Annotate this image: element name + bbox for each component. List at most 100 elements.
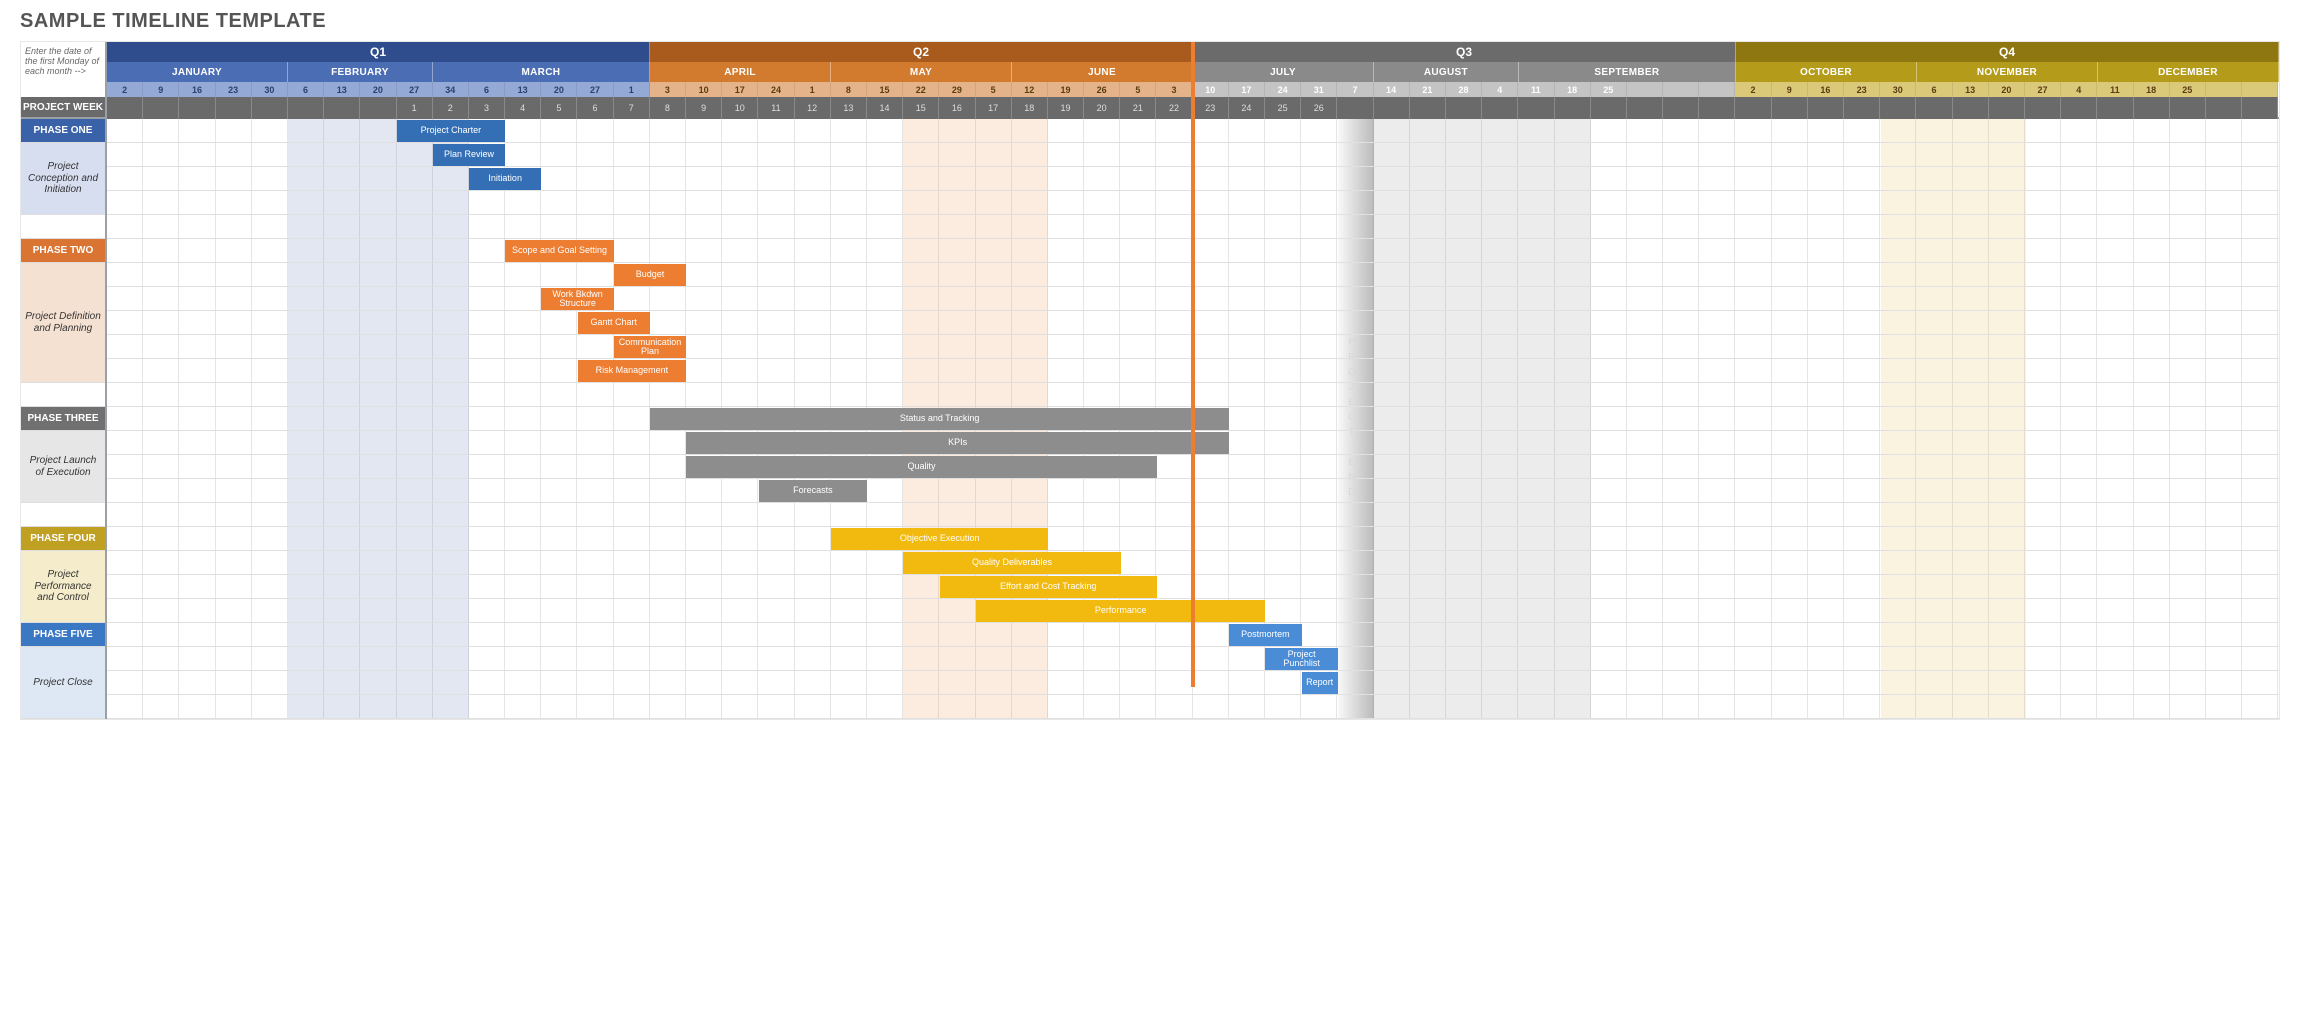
project-week-cell: 22 bbox=[1156, 97, 1192, 119]
gantt-bar[interactable]: Objective Execution bbox=[831, 528, 1048, 550]
project-week-cell bbox=[1663, 97, 1699, 119]
gantt-bar[interactable]: Effort and Cost Tracking bbox=[940, 576, 1157, 598]
project-week-cell bbox=[288, 97, 324, 119]
spacer bbox=[21, 503, 105, 527]
project-week-cell bbox=[2242, 97, 2278, 119]
gantt-bar[interactable]: Quality bbox=[686, 456, 1157, 478]
project-week-cell: 8 bbox=[650, 97, 686, 119]
sidebar: Enter the date of the first Monday of ea… bbox=[21, 42, 107, 719]
project-week-cell bbox=[1518, 97, 1554, 119]
project-week-cell: 10 bbox=[722, 97, 758, 119]
project-week-cell bbox=[1808, 97, 1844, 119]
project-week-cell bbox=[1627, 97, 1663, 119]
week-cell: 5 bbox=[1120, 82, 1156, 97]
quarter-cell: Q1 bbox=[107, 42, 650, 62]
project-week-cell bbox=[1591, 97, 1627, 119]
week-cell: 14 bbox=[1374, 82, 1410, 97]
week-cell: 21 bbox=[1410, 82, 1446, 97]
gantt-bar[interactable]: Communication Plan bbox=[614, 336, 686, 358]
week-cell: 31 bbox=[1301, 82, 1337, 97]
week-cell: 27 bbox=[577, 82, 613, 97]
week-cell: 27 bbox=[2025, 82, 2061, 97]
week-cell: 29 bbox=[939, 82, 975, 97]
month-cell: JULY bbox=[1193, 62, 1374, 82]
week-cell: 18 bbox=[1555, 82, 1591, 97]
page-title: SAMPLE TIMELINE TEMPLATE bbox=[20, 10, 2280, 33]
gantt-bar[interactable]: KPIs bbox=[686, 432, 1229, 454]
spacer bbox=[21, 215, 105, 239]
phase-body: Project Performance and Control bbox=[21, 551, 105, 623]
week-cell: 24 bbox=[758, 82, 794, 97]
month-cell: DECEMBER bbox=[2098, 62, 2279, 82]
week-cell: 3 bbox=[650, 82, 686, 97]
week-cell: 3 bbox=[1156, 82, 1192, 97]
project-week-cell bbox=[1772, 97, 1808, 119]
week-cell: 4 bbox=[2061, 82, 2097, 97]
week-cell: 17 bbox=[1229, 82, 1265, 97]
gantt-bar[interactable]: Report bbox=[1302, 672, 1338, 694]
project-week-cell: 23 bbox=[1193, 97, 1229, 119]
project-week-cell: 26 bbox=[1301, 97, 1337, 119]
project-week-cell: 11 bbox=[758, 97, 794, 119]
project-week-cell: 12 bbox=[795, 97, 831, 119]
gantt-bar[interactable]: Forecasts bbox=[759, 480, 868, 502]
gantt-bar[interactable]: Status and Tracking bbox=[650, 408, 1229, 430]
project-week-cell bbox=[2061, 97, 2097, 119]
week-cell: 24 bbox=[1265, 82, 1301, 97]
week-cell: 17 bbox=[722, 82, 758, 97]
project-week-cell bbox=[1482, 97, 1518, 119]
gantt-bar[interactable]: Initiation bbox=[469, 168, 541, 190]
gantt-bar[interactable]: Plan Review bbox=[433, 144, 505, 166]
project-week-cell bbox=[107, 97, 143, 119]
project-week-cell bbox=[2134, 97, 2170, 119]
week-cell: 28 bbox=[1446, 82, 1482, 97]
month-cell: OCTOBER bbox=[1736, 62, 1917, 82]
phase-header: PHASE TWO bbox=[21, 239, 105, 263]
project-week-cell bbox=[1555, 97, 1591, 119]
project-week-cell: 13 bbox=[831, 97, 867, 119]
gantt-bar[interactable]: Risk Management bbox=[578, 360, 687, 382]
phase-body: Project Launch of Execution bbox=[21, 431, 105, 503]
project-week-cell: 7 bbox=[614, 97, 650, 119]
month-cell: MAY bbox=[831, 62, 1012, 82]
phase-header: PHASE FIVE bbox=[21, 623, 105, 647]
week-cell: 6 bbox=[1916, 82, 1952, 97]
week-cell: 20 bbox=[1989, 82, 2025, 97]
week-cell bbox=[1663, 82, 1699, 97]
project-week-cell bbox=[1337, 97, 1373, 119]
project-week-cell: 17 bbox=[976, 97, 1012, 119]
week-cell: 34 bbox=[433, 82, 469, 97]
gantt-bar[interactable]: Performance bbox=[976, 600, 1266, 622]
project-week-cell bbox=[1699, 97, 1735, 119]
week-cell: 19 bbox=[1048, 82, 1084, 97]
week-cell: 22 bbox=[903, 82, 939, 97]
week-cell bbox=[2206, 82, 2242, 97]
project-week-cell bbox=[1989, 97, 2025, 119]
gantt-bar[interactable]: Work Bkdwn Structure bbox=[541, 288, 613, 310]
week-cell: 13 bbox=[1953, 82, 1989, 97]
gantt-bar[interactable]: Postmortem bbox=[1229, 624, 1301, 646]
week-cell: 25 bbox=[1591, 82, 1627, 97]
gantt-bar[interactable]: Scope and Goal Setting bbox=[505, 240, 614, 262]
gantt-bar[interactable]: Budget bbox=[614, 264, 686, 286]
week-cell: 13 bbox=[324, 82, 360, 97]
project-week-cell bbox=[2206, 97, 2242, 119]
project-week-label: PROJECT WEEK bbox=[21, 97, 105, 119]
week-cell: 20 bbox=[360, 82, 396, 97]
gantt-bar[interactable]: Quality Deliverables bbox=[903, 552, 1120, 574]
week-cell: 9 bbox=[1772, 82, 1808, 97]
quarter-cell: Q3 bbox=[1193, 42, 1736, 62]
gantt-bar[interactable]: Project Punchlist bbox=[1265, 648, 1337, 670]
side-note: Enter the date of the first Monday of ea… bbox=[21, 42, 105, 82]
gantt-bar[interactable]: Project Charter bbox=[397, 120, 506, 142]
week-cell: 16 bbox=[179, 82, 215, 97]
month-cell: MARCH bbox=[433, 62, 650, 82]
project-week-cell bbox=[360, 97, 396, 119]
timeline: Q1Q2Q3Q4 JANUARYFEBRUARYMARCHAPRILMAYJUN… bbox=[107, 42, 2279, 719]
week-cell: 8 bbox=[831, 82, 867, 97]
gantt-bar[interactable]: Gantt Chart bbox=[578, 312, 650, 334]
project-week-cell bbox=[2025, 97, 2061, 119]
week-cell: 1 bbox=[614, 82, 650, 97]
grid-row bbox=[107, 695, 2279, 719]
week-cell: 23 bbox=[216, 82, 252, 97]
